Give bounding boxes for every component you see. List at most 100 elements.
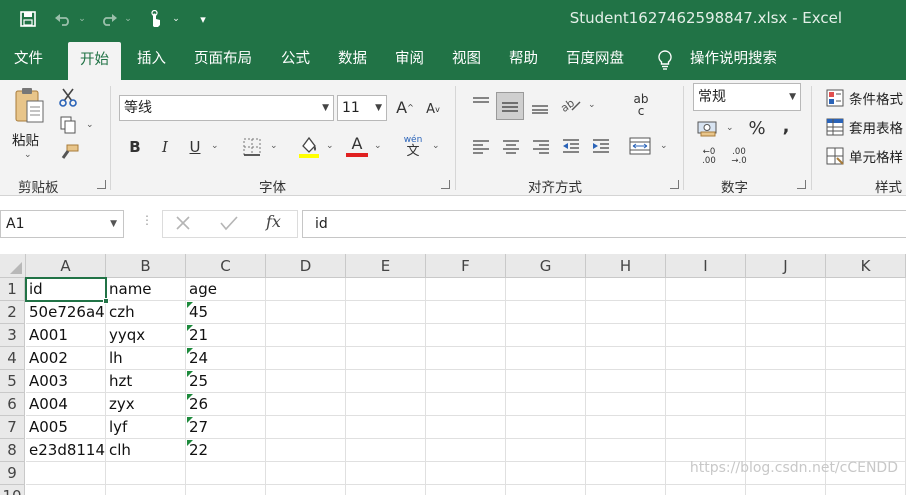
format-as-table-button[interactable]: 套用表格	[849, 117, 903, 137]
cell[interactable]	[506, 439, 586, 462]
cell[interactable]: 21	[186, 324, 266, 347]
orientation-icon[interactable]: ab	[558, 92, 584, 116]
cell[interactable]	[346, 324, 426, 347]
paste-dropdown-icon[interactable]: ⌄	[24, 150, 32, 160]
number-stored-as-text-indicator[interactable]	[187, 302, 193, 308]
cell[interactable]	[426, 301, 506, 324]
merge-dropdown-icon[interactable]: ⌄	[660, 141, 668, 151]
orientation-dropdown-icon[interactable]: ⌄	[588, 100, 596, 110]
cell[interactable]	[666, 439, 746, 462]
tab-review[interactable]: 审阅	[395, 38, 424, 80]
align-bottom-icon[interactable]	[527, 94, 553, 118]
cell[interactable]: clh	[106, 439, 186, 462]
cell[interactable]: id	[26, 278, 106, 301]
format-painter-icon[interactable]	[58, 142, 80, 164]
format-as-table-icon[interactable]	[825, 117, 845, 137]
paste-icon[interactable]	[10, 86, 48, 126]
cell-styles-button[interactable]: 单元格样	[849, 146, 903, 166]
cell[interactable]	[186, 462, 266, 485]
row-header[interactable]: 9	[0, 462, 25, 485]
cell[interactable]: yyqx	[106, 324, 186, 347]
number-stored-as-text-indicator[interactable]	[187, 325, 193, 331]
cell[interactable]	[586, 324, 666, 347]
cell[interactable]	[746, 416, 826, 439]
insert-function-icon[interactable]: fx	[266, 212, 281, 231]
cell[interactable]: 22	[186, 439, 266, 462]
save-icon[interactable]	[14, 0, 42, 38]
cell[interactable]	[586, 278, 666, 301]
tab-help[interactable]: 帮助	[509, 38, 538, 80]
cell[interactable]	[666, 324, 746, 347]
cell[interactable]	[506, 347, 586, 370]
formula-input[interactable]: id	[302, 210, 906, 238]
tab-data[interactable]: 数据	[338, 38, 367, 80]
cell[interactable]	[426, 324, 506, 347]
row-header[interactable]: 10	[0, 485, 25, 495]
cell[interactable]: hzt	[106, 370, 186, 393]
cell[interactable]	[346, 485, 426, 495]
cell[interactable]	[346, 462, 426, 485]
phonetic-guide-icon[interactable]: wén 文	[400, 132, 426, 160]
touch-mode-icon[interactable]	[142, 0, 168, 38]
align-top-icon[interactable]	[468, 92, 494, 116]
cell[interactable]	[826, 301, 906, 324]
cell[interactable]	[266, 370, 346, 393]
cell[interactable]	[826, 439, 906, 462]
cell[interactable]	[666, 393, 746, 416]
font-color-dropdown-icon[interactable]: ⌄	[374, 141, 382, 151]
column-header-a[interactable]: A	[26, 254, 106, 278]
cell[interactable]: name	[106, 278, 186, 301]
cell[interactable]	[506, 485, 586, 495]
cell[interactable]	[586, 393, 666, 416]
column-header-d[interactable]: D	[266, 254, 346, 278]
column-header-k[interactable]: K	[826, 254, 906, 278]
number-format-select[interactable]: 常规 ▼	[693, 83, 801, 111]
number-stored-as-text-indicator[interactable]	[187, 394, 193, 400]
conditional-formatting-button[interactable]: 条件格式	[849, 88, 903, 108]
cell[interactable]	[266, 393, 346, 416]
cell[interactable]: czh	[106, 301, 186, 324]
tab-view[interactable]: 视图	[452, 38, 481, 80]
decrease-indent-icon[interactable]	[558, 134, 584, 158]
align-center-icon[interactable]	[498, 134, 524, 158]
cell[interactable]	[266, 439, 346, 462]
column-header-e[interactable]: E	[346, 254, 426, 278]
cell[interactable]: A004	[26, 393, 106, 416]
cell[interactable]	[586, 485, 666, 495]
cell[interactable]	[426, 278, 506, 301]
number-launcher-icon[interactable]	[797, 180, 806, 189]
cell[interactable]: age	[186, 278, 266, 301]
cell[interactable]	[826, 370, 906, 393]
font-size-select[interactable]: 11 ▼	[337, 95, 387, 121]
cell[interactable]	[106, 485, 186, 495]
bold-button[interactable]: B	[124, 135, 146, 159]
formula-bar-grip-icon[interactable]: ⋮	[141, 214, 153, 232]
copy-dropdown-icon[interactable]: ⌄	[86, 120, 94, 130]
fill-color-icon[interactable]	[297, 133, 321, 159]
cell[interactable]	[346, 439, 426, 462]
cell[interactable]	[426, 347, 506, 370]
cell[interactable]	[586, 462, 666, 485]
fill-handle[interactable]	[103, 298, 109, 304]
cell[interactable]	[666, 347, 746, 370]
paste-button-label[interactable]: 粘贴	[12, 129, 39, 149]
row-header[interactable]: 7	[0, 416, 25, 439]
cell[interactable]	[346, 278, 426, 301]
undo-icon[interactable]	[50, 0, 76, 38]
cell-styles-icon[interactable]	[825, 146, 845, 166]
cell[interactable]: 26	[186, 393, 266, 416]
cell[interactable]	[266, 324, 346, 347]
enter-icon[interactable]	[219, 214, 241, 234]
cell[interactable]	[426, 393, 506, 416]
phonetic-dropdown-icon[interactable]: ⌄	[432, 141, 440, 151]
cell[interactable]	[826, 416, 906, 439]
name-box[interactable]: A1 ▼	[0, 210, 124, 238]
cell[interactable]: e23d8114	[26, 439, 106, 462]
cell[interactable]	[186, 485, 266, 495]
cell[interactable]	[266, 485, 346, 495]
cell[interactable]	[426, 485, 506, 495]
cell[interactable]	[506, 324, 586, 347]
cell[interactable]: 27	[186, 416, 266, 439]
tab-baidu-netdisk[interactable]: 百度网盘	[566, 38, 624, 80]
touch-dropdown-icon[interactable]: ⌄	[170, 0, 182, 38]
